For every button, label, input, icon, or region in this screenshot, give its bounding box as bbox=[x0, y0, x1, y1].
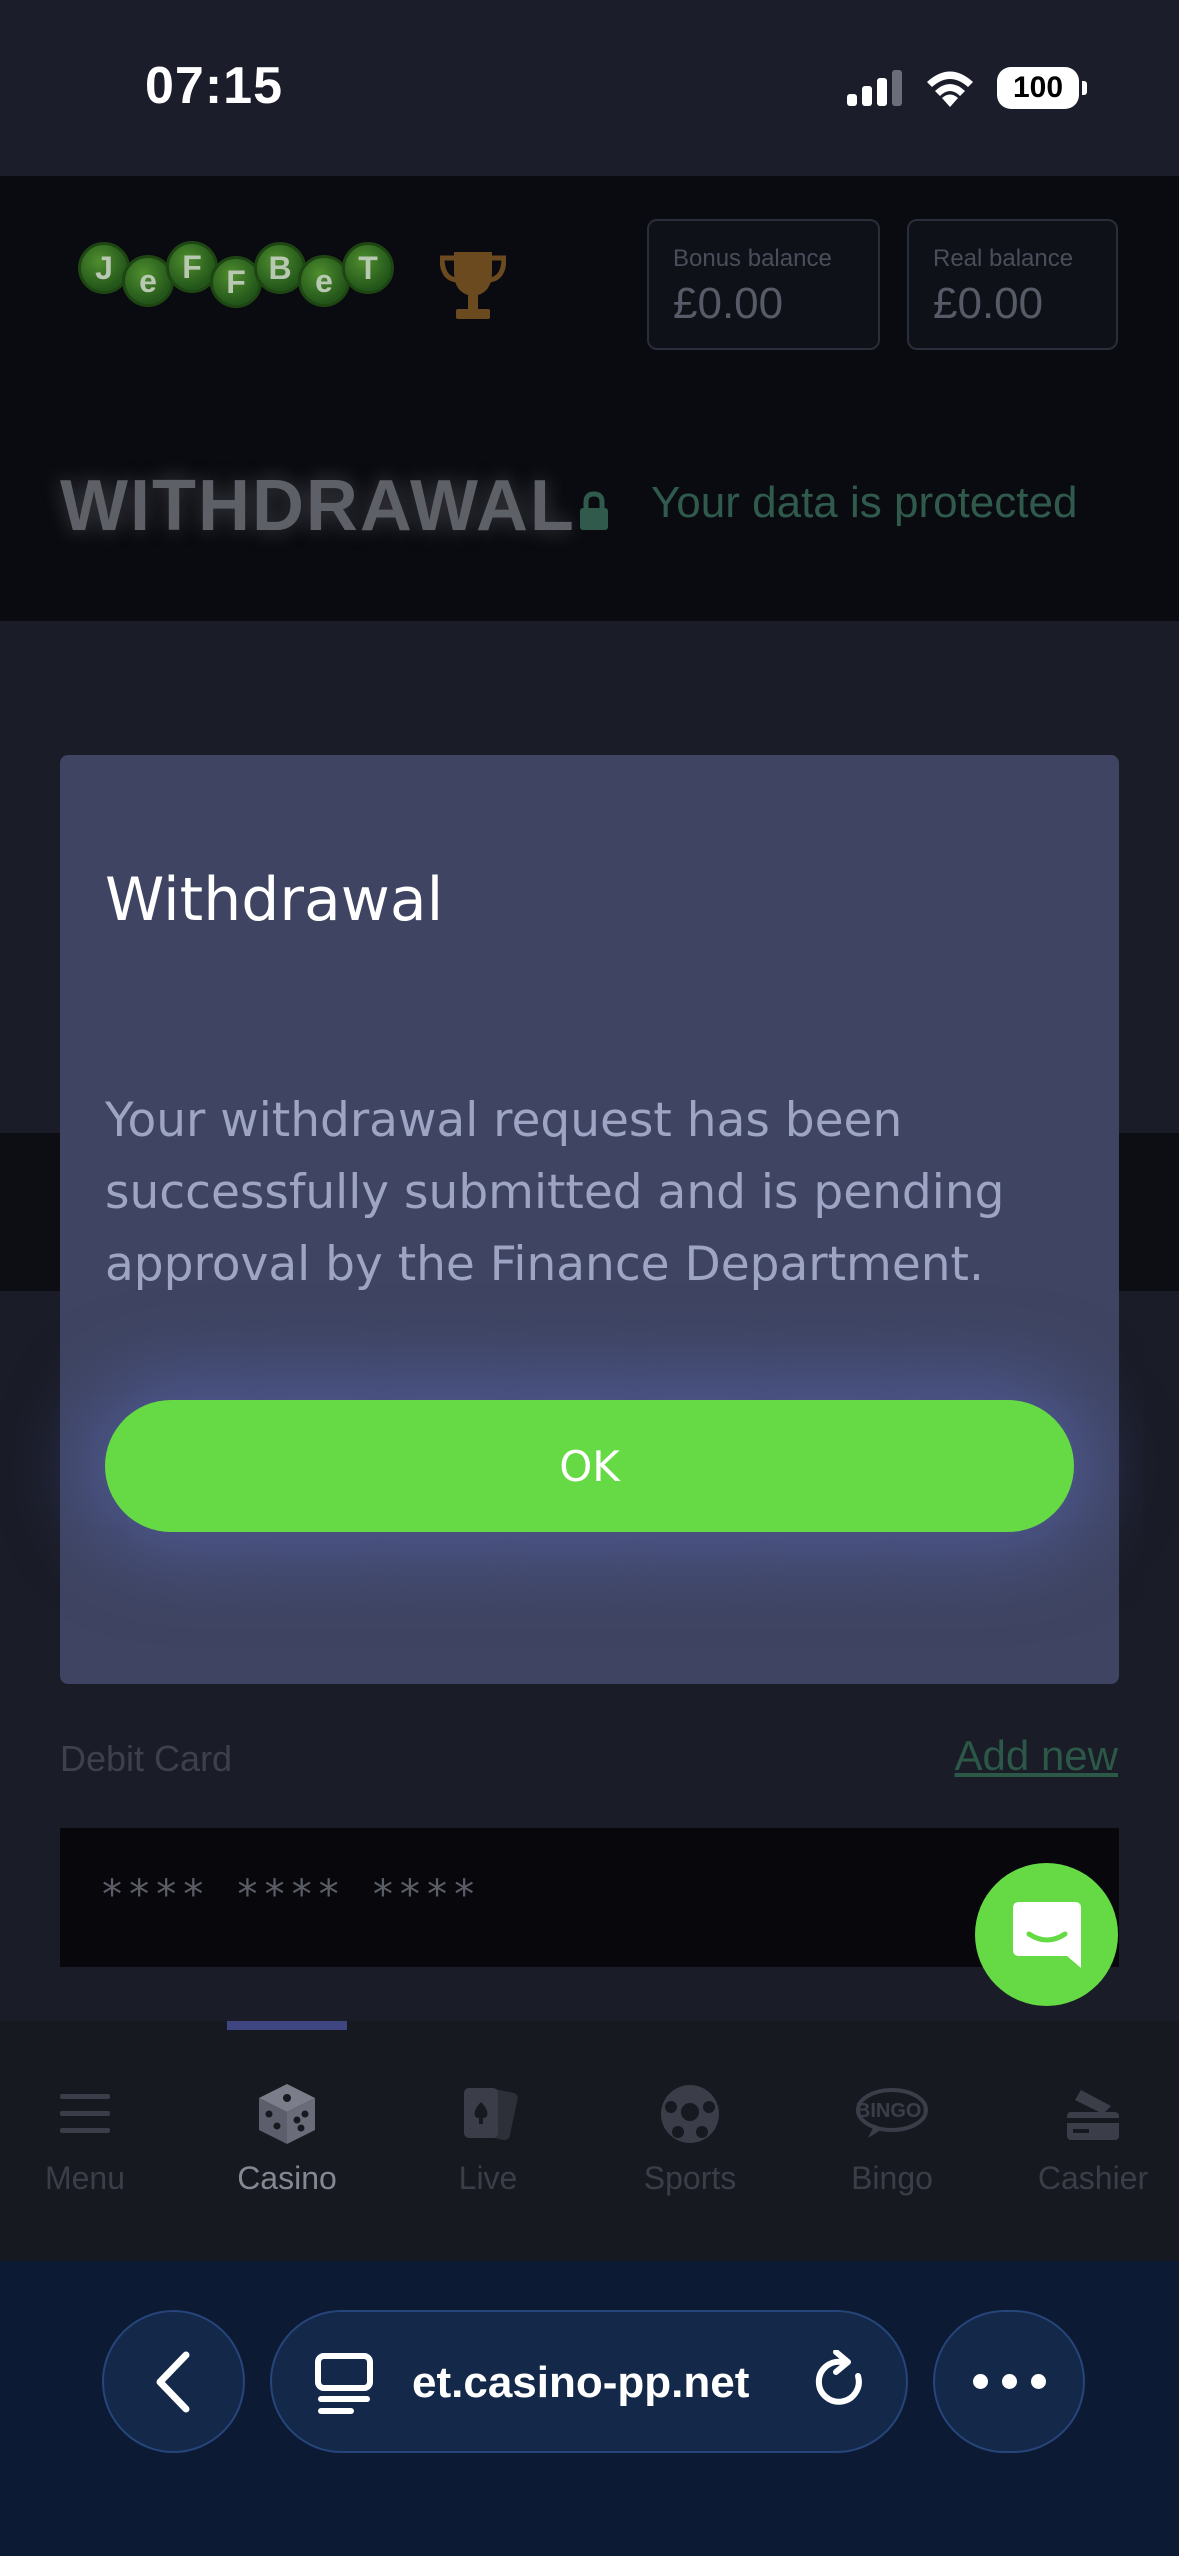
nav-label: Bingo bbox=[851, 2160, 933, 2196]
bingo-icon: BINGO! bbox=[856, 2088, 928, 2138]
svg-text:BINGO!: BINGO! bbox=[856, 2100, 928, 2122]
nav-item-cashier[interactable]: Cashier bbox=[1008, 2074, 1178, 2197]
browser-back-button[interactable] bbox=[102, 2310, 245, 2453]
cashier-icon bbox=[1067, 2090, 1119, 2140]
bonus-balance-value: £0.00 bbox=[673, 279, 784, 328]
more-dot-icon bbox=[1030, 2374, 1046, 2389]
signal-icon bbox=[847, 70, 902, 106]
more-dot-icon bbox=[1001, 2374, 1017, 2389]
more-dot-icon bbox=[972, 2374, 988, 2389]
nav-item-bingo[interactable]: BINGO! Bingo bbox=[807, 2074, 977, 2197]
tabs-icon[interactable] bbox=[314, 2350, 374, 2414]
soccer-ball-icon bbox=[661, 2085, 719, 2143]
jeffbet-logo[interactable]: J e F F B e T bbox=[78, 238, 394, 308]
card-number-placeholder: **** **** **** bbox=[100, 1872, 480, 1918]
bonus-balance-label: Bonus balance bbox=[673, 245, 832, 272]
modal-title: Withdrawal bbox=[105, 865, 444, 935]
nav-label: Sports bbox=[643, 2160, 737, 2196]
nav-item-sports[interactable]: Sports bbox=[605, 2074, 775, 2197]
nav-item-menu[interactable]: Menu bbox=[0, 2074, 170, 2197]
status-time: 07:15 bbox=[145, 57, 283, 115]
trophy-icon[interactable] bbox=[440, 250, 506, 322]
nav-label: Cashier bbox=[1037, 2160, 1149, 2196]
chat-icon bbox=[1012, 1901, 1081, 1968]
nav-label: Live bbox=[458, 2160, 518, 2196]
address-bar[interactable]: et.casino-pp.net bbox=[270, 2310, 908, 2453]
status-bar: 07:15 100 bbox=[0, 0, 1179, 176]
withdrawal-success-modal: Withdrawal Your withdrawal request has b… bbox=[60, 755, 1119, 1684]
page-title: WITHDRAWAL bbox=[60, 466, 576, 546]
logo-letter: T bbox=[342, 242, 394, 294]
lock-icon bbox=[580, 491, 608, 530]
bottom-nav bbox=[0, 2021, 1179, 2261]
cards-icon bbox=[464, 2087, 518, 2141]
real-balance-box[interactable]: Real balance £0.00 bbox=[907, 219, 1118, 350]
dice-icon bbox=[259, 2084, 315, 2144]
wifi-icon bbox=[927, 71, 973, 107]
data-protected-text: Your data is protected bbox=[651, 478, 1078, 527]
card-number-field[interactable]: **** **** **** bbox=[60, 1828, 1119, 1967]
reload-icon[interactable] bbox=[812, 2350, 868, 2412]
add-new-card-link[interactable]: Add new bbox=[955, 1732, 1118, 1780]
status-icons: 100 bbox=[847, 64, 1087, 112]
nav-label: Casino bbox=[237, 2160, 337, 2196]
live-chat-button[interactable] bbox=[975, 1863, 1118, 2006]
ok-button[interactable]: OK bbox=[105, 1400, 1074, 1532]
nav-item-live[interactable]: Live bbox=[403, 2074, 573, 2197]
browser-more-button[interactable] bbox=[933, 2310, 1085, 2453]
modal-message: Your withdrawal request has been success… bbox=[105, 1093, 1005, 1292]
battery-icon: 100 bbox=[997, 67, 1087, 109]
real-balance-label: Real balance bbox=[933, 245, 1074, 272]
real-balance-value: £0.00 bbox=[933, 279, 1044, 328]
nav-item-casino[interactable]: Casino bbox=[202, 2074, 372, 2197]
bonus-balance-box[interactable]: Bonus balance £0.00 bbox=[647, 219, 880, 350]
url-text: et.casino-pp.net bbox=[412, 2358, 750, 2407]
chevron-left-icon bbox=[156, 2351, 189, 2412]
debit-card-label: Debit Card bbox=[60, 1738, 233, 1779]
nav-label: Menu bbox=[44, 2160, 126, 2196]
nav-active-indicator bbox=[227, 2021, 347, 2030]
menu-icon bbox=[60, 2094, 110, 2133]
